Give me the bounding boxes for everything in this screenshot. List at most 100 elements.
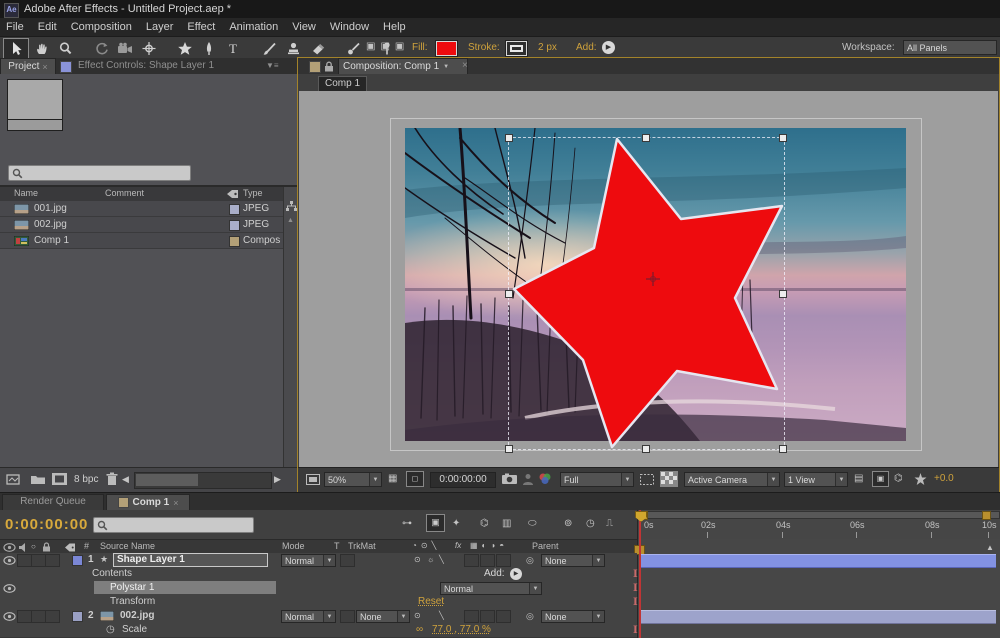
stopwatch-icon[interactable]: ◷ bbox=[586, 518, 595, 529]
audio-toggle[interactable] bbox=[17, 610, 32, 623]
t-switch-cell[interactable] bbox=[340, 610, 355, 623]
selection-bounding-box[interactable] bbox=[508, 137, 785, 450]
menu-file[interactable]: File bbox=[6, 21, 24, 33]
auto-keyframe-icon[interactable]: ⊚ bbox=[564, 518, 572, 529]
snapshot-camera-icon[interactable] bbox=[502, 473, 517, 484]
property-row-polystar[interactable]: Polystar 1 Normal ▼ bbox=[0, 581, 637, 595]
scale-value[interactable]: 77.0 , 77.0 % bbox=[432, 624, 491, 635]
selection-handle[interactable] bbox=[779, 134, 787, 142]
project-item-row[interactable]: 001.jpg JPEG bbox=[0, 201, 283, 217]
magnification-dropdown[interactable]: 50% ▼ bbox=[324, 472, 382, 487]
switch-cell[interactable] bbox=[464, 610, 479, 623]
tab-project[interactable]: Project × bbox=[0, 58, 56, 74]
selection-handle[interactable] bbox=[505, 445, 513, 453]
column-t[interactable]: T bbox=[334, 541, 340, 551]
selection-handle[interactable] bbox=[642, 445, 650, 453]
shape-tool-icon[interactable] bbox=[173, 39, 197, 58]
menu-layer[interactable]: Layer bbox=[146, 21, 174, 33]
pick-whip-icon[interactable]: ◎ bbox=[526, 611, 534, 622]
column-index[interactable]: # bbox=[84, 541, 89, 551]
tab-composition[interactable]: Composition: Comp 1 ▼ bbox=[338, 58, 468, 74]
trash-icon[interactable] bbox=[106, 472, 118, 486]
mini-flowchart-icon[interactable]: ⌬ bbox=[894, 473, 903, 484]
selection-tool-icon[interactable] bbox=[3, 38, 29, 59]
scrollbar-thumb[interactable] bbox=[136, 474, 198, 486]
quality-slash-icon[interactable]: ╲ bbox=[439, 611, 444, 620]
tab-render-queue[interactable]: Render Queue bbox=[2, 494, 104, 511]
switch-cell[interactable] bbox=[496, 610, 511, 623]
comp-breadcrumb-chip[interactable]: Comp 1 bbox=[318, 76, 368, 92]
region-of-interest-icon[interactable] bbox=[640, 474, 654, 485]
switch-cell[interactable] bbox=[464, 554, 479, 567]
selection-handle[interactable] bbox=[642, 134, 650, 142]
exposure-value[interactable]: +0.0 bbox=[934, 473, 954, 484]
scroll-left-icon[interactable]: ◀ bbox=[122, 474, 129, 485]
pen-tool-icon[interactable] bbox=[197, 39, 221, 58]
clone-stamp-tool-icon[interactable] bbox=[281, 39, 305, 58]
panel-menu-icon[interactable]: ▼≡ bbox=[266, 61, 279, 70]
type-tool-icon[interactable]: T bbox=[221, 39, 245, 58]
reset-exposure-icon[interactable] bbox=[914, 473, 927, 485]
camera-tool-icon[interactable] bbox=[113, 39, 137, 58]
column-trkmat[interactable]: TrkMat bbox=[348, 541, 376, 551]
transform-label[interactable]: Transform bbox=[110, 596, 155, 607]
horizontal-scrollbar[interactable] bbox=[134, 472, 272, 489]
axis-mode-icons[interactable]: ▣▣▣ bbox=[366, 41, 409, 52]
column-comment[interactable]: Comment bbox=[105, 188, 144, 198]
stopwatch-icon[interactable]: ◷ bbox=[106, 624, 115, 635]
graph-editor-icon[interactable]: ⎍ bbox=[606, 518, 613, 529]
rotation-tool-icon[interactable] bbox=[89, 39, 113, 58]
project-search-input[interactable] bbox=[8, 165, 191, 181]
motion-blur-icon[interactable]: ▥ bbox=[502, 518, 511, 529]
stroke-label[interactable]: Stroke: bbox=[468, 42, 500, 53]
work-area-bar[interactable] bbox=[638, 511, 1000, 520]
scale-label[interactable]: Scale bbox=[122, 624, 147, 635]
parent-dropdown[interactable]: None ▼ bbox=[541, 610, 605, 623]
layer-row-shape-layer-1[interactable]: 1 ★ Shape Layer 1 Normal ▼ ⊙ ☼ ╲ ◎ None ▼ bbox=[0, 553, 637, 567]
property-row-contents[interactable]: Contents Add: ▶ bbox=[0, 567, 637, 581]
add-property-button[interactable]: ▶ bbox=[510, 568, 522, 580]
blend-mode-dropdown[interactable]: Normal ▼ bbox=[281, 610, 336, 623]
parent-dropdown[interactable]: None ▼ bbox=[541, 554, 605, 567]
lock-toggle[interactable] bbox=[45, 554, 60, 567]
chevron-down-icon[interactable]: ▼ bbox=[443, 64, 449, 70]
shy-layers-icon[interactable]: ✦ bbox=[452, 518, 460, 529]
switch-cell[interactable] bbox=[496, 554, 511, 567]
collapse-switch-icon[interactable]: ⊙ bbox=[414, 611, 421, 620]
playhead-line[interactable] bbox=[639, 510, 641, 638]
transparency-grid-icon[interactable] bbox=[660, 471, 678, 487]
column-mode[interactable]: Mode bbox=[282, 541, 305, 551]
close-icon[interactable]: × bbox=[462, 60, 468, 71]
workspace-dropdown[interactable]: All Panels bbox=[903, 40, 997, 55]
new-folder-icon[interactable] bbox=[30, 473, 46, 485]
quality-slash-icon[interactable]: ╲ bbox=[439, 555, 444, 564]
zoom-tool-icon[interactable] bbox=[53, 39, 77, 58]
brainstorm-icon[interactable]: ⬭ bbox=[528, 518, 537, 529]
reset-button[interactable]: Reset bbox=[418, 596, 444, 607]
interpret-footage-icon[interactable] bbox=[6, 473, 23, 486]
active-camera-dropdown[interactable]: Active Camera ▼ bbox=[684, 472, 780, 487]
show-channel-icon[interactable] bbox=[538, 472, 554, 485]
new-composition-icon[interactable] bbox=[52, 473, 67, 485]
timeline-search-input[interactable] bbox=[93, 517, 254, 533]
time-ruler[interactable]: 0s 02s 04s 06s 08s 10s bbox=[637, 510, 1000, 539]
stroke-width-value[interactable]: 2 px bbox=[538, 42, 557, 53]
switch-cell[interactable] bbox=[480, 554, 495, 567]
contents-label[interactable]: Contents bbox=[92, 568, 132, 579]
comp-label-swatch[interactable] bbox=[309, 61, 321, 73]
constrain-link-icon[interactable]: ∞ bbox=[416, 624, 423, 635]
collapse-switch-icon[interactable]: ⊙ bbox=[414, 555, 421, 564]
show-snapshot-icon[interactable] bbox=[522, 473, 534, 485]
current-timecode[interactable]: 0:00:00:00 bbox=[5, 516, 88, 533]
layer-name[interactable]: 002.jpg bbox=[120, 610, 154, 621]
scroll-up-icon[interactable]: ▲ bbox=[287, 217, 294, 224]
polystar-blend-mode-dropdown[interactable]: Normal ▼ bbox=[440, 582, 542, 595]
toggle-mask-icon[interactable]: ◻ bbox=[406, 471, 424, 487]
selection-handle[interactable] bbox=[505, 134, 513, 142]
solo-toggle[interactable] bbox=[31, 554, 46, 567]
eye-icon[interactable] bbox=[3, 612, 16, 621]
tab-effect-controls[interactable]: Effect Controls: Shape Layer 1 bbox=[78, 60, 214, 71]
pan-behind-tool-icon[interactable] bbox=[137, 39, 161, 58]
track-scroll-up-icon[interactable]: ▲ bbox=[986, 543, 994, 552]
label-swatch[interactable] bbox=[229, 204, 240, 215]
